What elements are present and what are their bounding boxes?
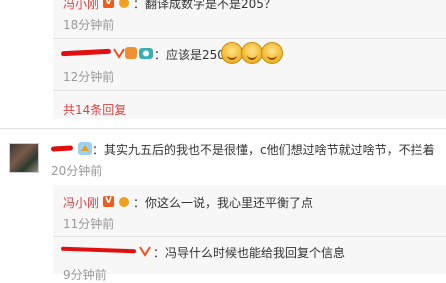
comment-time: 20分钟前 [51,164,103,178]
level-icon [118,196,130,208]
divider [53,236,446,237]
vip-icon [113,47,125,59]
view-all-replies-link[interactable]: 共14条回复 [63,101,126,118]
reply-time: 11分钟前 [63,217,115,231]
emoji-icon [221,42,243,64]
reply-text: ：应该是250 [154,48,225,62]
level-icon [125,47,137,59]
divider [53,38,446,39]
reply-thread: 冯小刚 V ：翻译成数字是不是205？ 18分钟前 ：应该是250 12分钟前 … [53,0,446,119]
redacted-username [50,145,74,152]
reply-thread: 冯小刚 V ：你这么一说，我心里还平衡了点 11分钟前 ：冯导什么时候也能给我回… [53,185,446,282]
camera-icon [139,47,153,59]
reply-username[interactable]: 冯小刚 [63,194,99,211]
reply-time: 9分钟前 [63,268,107,282]
verified-badge-icon: V [103,0,114,8]
reply-text: ：冯导什么时候也能给我回复个信息 [153,246,346,260]
divider [0,128,446,129]
level-icon [78,142,92,155]
verified-badge-icon: V [103,196,114,207]
emoji-icon [261,42,283,64]
emoji-icon [241,42,263,64]
redacted-username [60,48,112,57]
comment-text: ：其实九五后的我也不是很懂，c他们想过啥节就过啥节，不拦着 [92,143,435,157]
redacted-username [60,246,137,254]
reply-text: ：你这么一说，我心里还平衡了点 [133,196,314,210]
vip-icon [139,245,151,257]
reply-time: 12分钟前 [63,70,115,84]
avatar[interactable] [9,143,39,173]
level-icon [118,0,130,9]
reply-text: ：翻译成数字是不是205？ [133,0,276,11]
divider [53,90,446,91]
reply-time: 18分钟前 [63,18,115,32]
reply-username[interactable]: 冯小刚 [63,0,99,12]
